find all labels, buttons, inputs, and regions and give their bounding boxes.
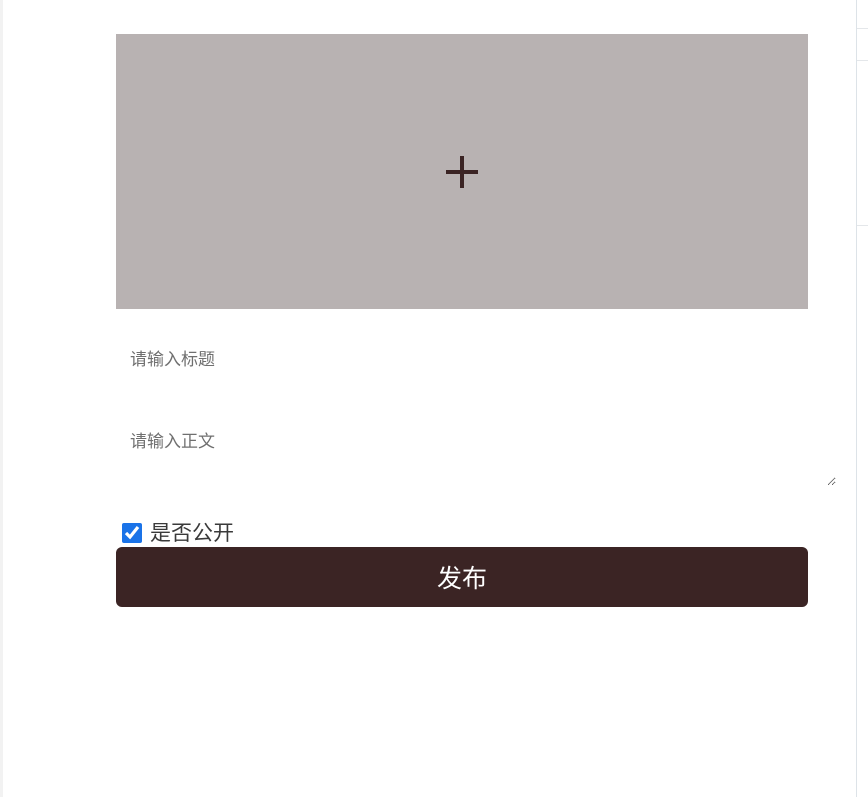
image-upload-area[interactable]	[116, 34, 808, 309]
publish-page: 是否公开 发布	[0, 0, 868, 797]
public-checkbox-label[interactable]: 是否公开	[150, 519, 234, 547]
plus-icon	[446, 155, 478, 188]
publish-button[interactable]: 发布	[116, 547, 808, 607]
body-textarea[interactable]	[116, 420, 836, 486]
right-side-panel	[856, 0, 868, 797]
public-checkbox[interactable]	[122, 523, 142, 543]
title-input[interactable]	[116, 338, 808, 382]
public-option-row: 是否公开	[120, 519, 234, 547]
left-gutter	[0, 0, 3, 797]
